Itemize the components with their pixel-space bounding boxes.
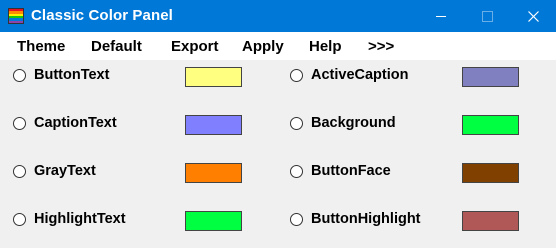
radio-buttonhighlight[interactable] xyxy=(290,213,303,226)
swatch-buttonhighlight[interactable] xyxy=(462,211,519,231)
option-activecaption[interactable]: ActiveCaption xyxy=(290,66,460,88)
menu-help[interactable]: Help xyxy=(309,38,342,55)
option-label: ButtonText xyxy=(34,67,110,83)
radio-graytext[interactable] xyxy=(13,165,26,178)
option-label: ActiveCaption xyxy=(311,67,409,83)
option-label: HighlightText xyxy=(34,211,126,227)
option-captiontext[interactable]: CaptionText xyxy=(13,114,183,136)
close-icon xyxy=(528,11,539,22)
swatch-highlighttext[interactable] xyxy=(185,211,242,231)
option-label: ButtonFace xyxy=(311,163,391,179)
close-button[interactable] xyxy=(510,0,556,32)
menu-theme[interactable]: Theme xyxy=(17,38,65,55)
option-background[interactable]: Background xyxy=(290,114,460,136)
menu-bar: Theme Default Export Apply Help >>> xyxy=(0,32,556,60)
radio-buttontext[interactable] xyxy=(13,69,26,82)
radio-captiontext[interactable] xyxy=(13,117,26,130)
radio-buttonface[interactable] xyxy=(290,165,303,178)
classic-color-panel-window: Classic Color Panel Theme Default Export… xyxy=(0,0,556,248)
swatch-background[interactable] xyxy=(462,115,519,135)
option-label: CaptionText xyxy=(34,115,117,131)
swatch-buttontext[interactable] xyxy=(185,67,242,87)
window-title: Classic Color Panel xyxy=(31,7,173,24)
option-buttontext[interactable]: ButtonText xyxy=(13,66,183,88)
swatch-captiontext[interactable] xyxy=(185,115,242,135)
minimize-button[interactable] xyxy=(418,0,464,32)
option-label: Background xyxy=(311,115,396,131)
rainbow-palette-icon xyxy=(8,8,24,24)
swatch-activecaption[interactable] xyxy=(462,67,519,87)
option-buttonface[interactable]: ButtonFace xyxy=(290,162,460,184)
menu-export[interactable]: Export xyxy=(171,38,219,55)
radio-background[interactable] xyxy=(290,117,303,130)
title-bar[interactable]: Classic Color Panel xyxy=(0,0,556,32)
option-label: GrayText xyxy=(34,163,96,179)
radio-highlighttext[interactable] xyxy=(13,213,26,226)
option-graytext[interactable]: GrayText xyxy=(13,162,183,184)
option-highlighttext[interactable]: HighlightText xyxy=(13,210,183,232)
maximize-button[interactable] xyxy=(464,0,510,32)
option-label: ButtonHighlight xyxy=(311,211,421,227)
swatch-buttonface[interactable] xyxy=(462,163,519,183)
menu-default[interactable]: Default xyxy=(91,38,142,55)
menu-apply[interactable]: Apply xyxy=(242,38,284,55)
option-buttonhighlight[interactable]: ButtonHighlight xyxy=(290,210,460,232)
menu-more[interactable]: >>> xyxy=(368,38,394,55)
radio-activecaption[interactable] xyxy=(290,69,303,82)
swatch-graytext[interactable] xyxy=(185,163,242,183)
